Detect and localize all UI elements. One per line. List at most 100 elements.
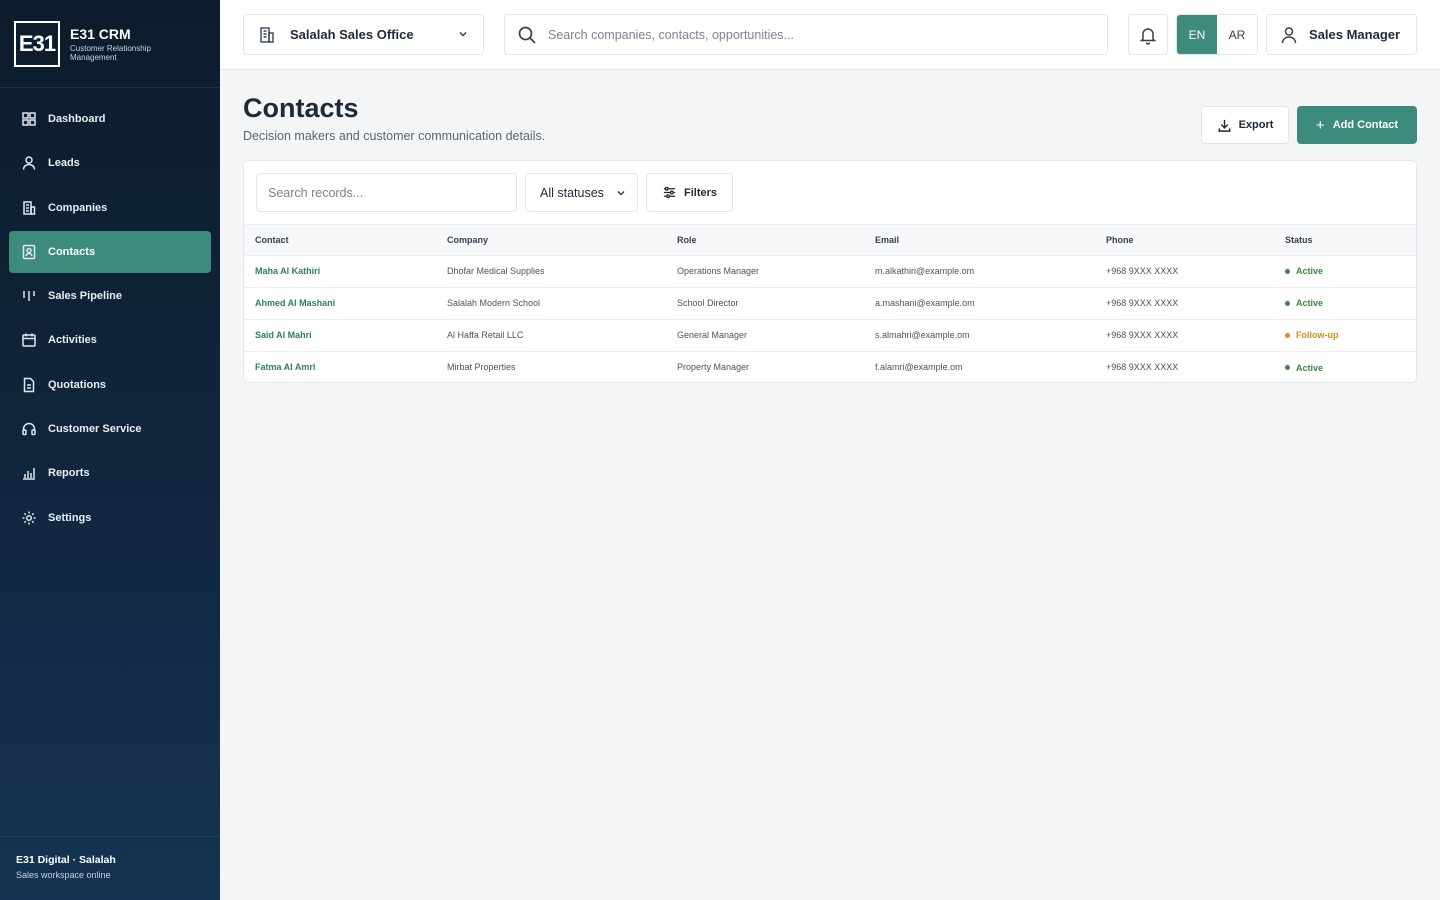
chevron-down-icon [615,187,627,202]
table-row[interactable]: Fatma Al Amri Mirbat Properties Property… [244,351,1416,383]
column-header-phone[interactable]: Phone [1095,225,1274,256]
export-button[interactable]: Export [1201,106,1289,144]
status-dot-icon [1285,332,1290,338]
bell-icon [1138,25,1158,45]
status-text: Active [1296,362,1324,373]
global-search[interactable] [504,14,1108,55]
sidebar-item-activities[interactable]: Activities [9,319,211,361]
status-filter-select[interactable]: All statuses [525,173,638,212]
role-cell: Property Manager [677,362,750,373]
page-subtitle: Decision makers and customer communicati… [243,129,546,143]
contact-name-link[interactable]: Ahmed Al Mashani [244,287,436,319]
sidebar-item-settings[interactable]: Settings [9,497,211,539]
sidebar-item-label: Settings [48,511,92,524]
contact-card-icon [21,244,37,260]
status-badge: Follow-up [1285,330,1339,340]
lang-ar-button[interactable]: AR [1217,15,1257,54]
column-header-contact[interactable]: Contact [244,225,436,256]
sidebar-item-dashboard[interactable]: Dashboard [9,98,211,140]
email-cell: f.alamri@example.om [875,362,963,373]
sidebar-item-label: Sales Pipeline [48,290,122,303]
sidebar-item-contacts[interactable]: Contacts [9,230,211,273]
sidebar-item-label: Companies [48,201,108,214]
user-role: Sales Manager [1309,27,1401,42]
office-selector[interactable]: Salalah Sales Office [243,14,484,55]
records-search-input[interactable] [256,173,517,212]
office-name: Salalah Sales Office [290,27,414,42]
email-cell: s.almahri@example.om [875,330,970,340]
company-cell: Mirbat Properties [447,362,516,373]
grid-icon [21,111,37,127]
contact-name-link[interactable]: Said Al Mahri [244,319,436,351]
sidebar-nav: Dashboard Leads Companies Contacts Sales… [0,88,220,539]
email-cell: m.alkathiri@example.om [875,266,975,276]
sidebar-item-companies[interactable]: Companies [9,187,211,229]
status-cell: Active [1274,287,1416,319]
building-icon [257,25,277,45]
brand[interactable]: E31 E31 CRM Customer Relationship Manage… [0,0,220,88]
sidebar-item-label: Reports [48,467,90,480]
contact-name-link[interactable]: Fatma Al Amri [244,351,436,383]
column-header-company[interactable]: Company [436,225,666,256]
status-dot-icon [1285,365,1290,370]
phone-cell: +968 9XXX XXXX [1106,298,1179,308]
gear-icon [21,510,37,526]
page-title: Contacts [243,93,359,123]
contact-name-link[interactable]: Maha Al Kathiri [244,255,436,287]
column-header-status[interactable]: Status [1274,225,1416,256]
status-badge: Active [1285,298,1323,308]
status-dot-icon [1285,300,1290,306]
sidebar-item-sales-pipeline[interactable]: Sales Pipeline [9,275,211,317]
add-contact-button[interactable]: + Add Contact [1297,106,1417,144]
sidebar-item-label: Activities [48,334,97,347]
sidebar-item-quotations[interactable]: Quotations [9,364,211,406]
sliders-icon [662,185,684,200]
lang-en-button[interactable]: EN [1177,15,1217,54]
global-search-input[interactable] [548,27,1088,42]
sidebar-item-customer-service[interactable]: Customer Service [9,408,211,450]
filters-button[interactable]: Filters [646,173,733,212]
notifications-button[interactable] [1128,14,1168,55]
status-cell: Follow-up [1274,319,1416,351]
export-label: Export [1238,119,1274,131]
status-text: Active [1296,298,1324,309]
workspace-status: Sales workspace online [16,870,111,880]
column-header-email[interactable]: Email [864,225,1095,256]
role-cell: General Manager [677,330,748,340]
table-row[interactable]: Said Al Mahri Al Haffa Retail LLC Genera… [244,319,1416,351]
status-badge: Active [1285,363,1323,373]
status-cell: Active [1274,255,1416,287]
table-row[interactable]: Maha Al Kathiri Dhofar Medical Supplies … [244,255,1416,287]
role-cell: School Director [677,298,739,308]
calendar-icon [21,332,37,348]
sidebar-footer: E31 Digital · Salalah Sales workspace on… [0,836,220,900]
contacts-table: Contact Company Role Email Phone Status … [244,225,1416,383]
search-icon [517,25,537,45]
sidebar-item-reports[interactable]: Reports [9,452,211,494]
document-icon [21,377,37,393]
company-cell: Al Haffa Retail LLC [447,330,524,340]
status-dot-icon [1285,268,1290,274]
language-switcher: EN AR [1176,14,1258,55]
phone-cell: +968 9XXX XXXX [1106,330,1179,340]
user-menu[interactable]: Sales Manager [1266,14,1417,55]
phone-cell: +968 9XXX XXXX [1106,266,1179,276]
sidebar-item-label: Customer Service [48,423,142,436]
topbar: Salalah Sales Office EN AR Sales Manager [220,0,1440,70]
sidebar-item-leads[interactable]: Leads [9,142,211,184]
headset-icon [21,421,37,437]
sidebar-item-label: Dashboard [48,113,106,125]
add-contact-label: Add Contact [1332,119,1399,131]
user-icon [1279,25,1299,45]
company-cell: Salalah Modern School [447,298,541,308]
table-header-row: Contact Company Role Email Phone Status [244,225,1416,256]
app-subtitle: Customer Relationship Management [70,43,151,62]
chart-icon [21,465,37,481]
user-icon [21,155,37,171]
phone-cell: +968 9XXX XXXX [1106,362,1179,373]
company-cell: Dhofar Medical Supplies [447,266,545,276]
sidebar-item-label: Contacts [48,245,96,258]
table-row[interactable]: Ahmed Al Mashani Salalah Modern School S… [244,287,1416,319]
download-icon [1217,118,1239,133]
column-header-role[interactable]: Role [666,225,864,256]
